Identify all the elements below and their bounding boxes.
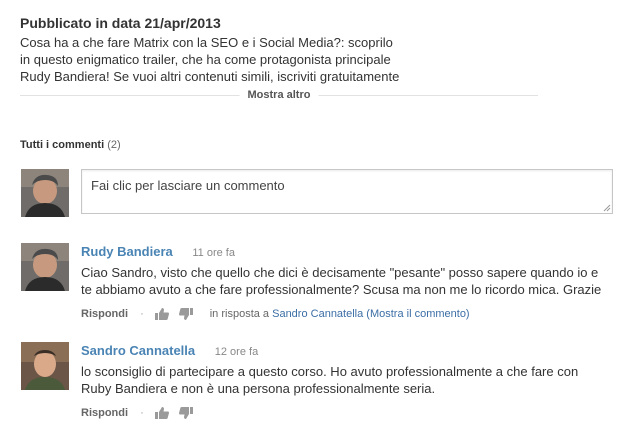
comment-timestamp[interactable]: 11 ore fa (192, 247, 235, 259)
thumbs-up-icon[interactable] (154, 406, 170, 420)
thumbs-down-icon[interactable] (178, 406, 194, 420)
comment-text-line: Ciao Sandro, visto che quello che dici è… (81, 265, 599, 280)
show-more-button[interactable]: Mostra altro (239, 87, 319, 103)
description-line: Rudy Bandiera! Se vuoi altri contenuti s… (20, 69, 400, 84)
comment-input-box[interactable] (81, 169, 613, 214)
comment-text: Ciao Sandro, visto che quello che dici è… (81, 264, 621, 298)
comments-count: (2) (107, 139, 121, 151)
video-description: Cosa ha a che fare Matrix con la SEO e i… (20, 34, 420, 85)
reply-button[interactable]: Rispondi (81, 307, 128, 321)
comment-author[interactable]: Sandro Cannatella (81, 343, 195, 358)
video-publish-date: Pubblicato in data 21/apr/2013 (20, 15, 221, 31)
comments-header: Tutti i commenti (2) (20, 138, 121, 152)
show-comment-link[interactable]: (Mostra il commento) (366, 308, 469, 320)
comment-actions: Rispondi · in risposta a Sandro Cannatel… (81, 307, 621, 321)
thumbs-up-icon[interactable] (154, 307, 170, 321)
comment-text-line: te abbiamo avuto a che fare professional… (81, 282, 602, 297)
comment-actions: Rispondi · (81, 406, 621, 420)
in-reply-to-author-link[interactable]: Sandro Cannatella (272, 308, 363, 320)
description-line: Cosa ha a che fare Matrix con la SEO e i… (20, 35, 393, 50)
comment-text: lo sconsiglio di partecipare a questo co… (81, 363, 621, 397)
description-line: in questo enigmatico trailer, che ha com… (20, 52, 391, 67)
thumbs-down-icon[interactable] (178, 307, 194, 321)
comment-item: Sandro Cannatella 12 ore fa lo sconsigli… (81, 343, 621, 420)
current-user-avatar (21, 169, 69, 217)
reply-button[interactable]: Rispondi (81, 406, 128, 420)
comment-input[interactable] (82, 170, 612, 213)
show-more-bar: Mostra altro (20, 87, 538, 103)
comment-author-avatar[interactable] (21, 243, 69, 291)
resize-grip-icon[interactable] (603, 204, 611, 212)
comment-author[interactable]: Rudy Bandiera (81, 244, 173, 259)
comment-item: Rudy Bandiera 11 ore fa Ciao Sandro, vis… (81, 244, 621, 321)
comment-header: Rudy Bandiera 11 ore fa (81, 244, 621, 261)
comment-header: Sandro Cannatella 12 ore fa (81, 343, 621, 360)
in-reply-to-label: in risposta a (209, 308, 270, 320)
comment-text-line: lo sconsiglio di partecipare a questo co… (81, 364, 579, 379)
separator: · (140, 308, 144, 320)
comment-author-avatar[interactable] (21, 342, 69, 390)
comments-header-label: Tutti i commenti (20, 139, 105, 151)
separator: · (140, 407, 144, 419)
comment-timestamp[interactable]: 12 ore fa (215, 346, 258, 358)
comment-text-line: Ruby Bandiera e non è una persona profes… (81, 381, 436, 396)
in-reply-to: in risposta a Sandro Cannatella (Mostra … (210, 307, 470, 321)
